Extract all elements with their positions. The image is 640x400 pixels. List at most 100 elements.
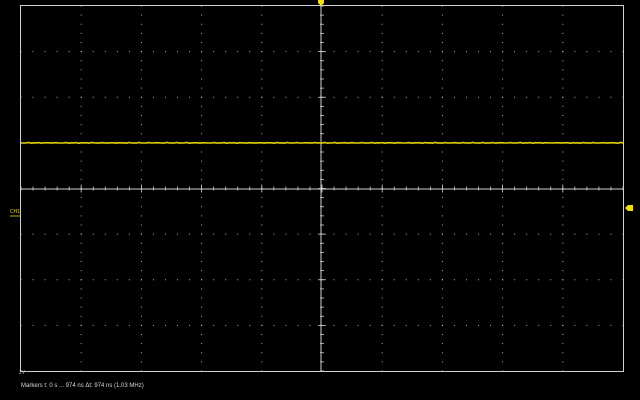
- grid-dot: [201, 251, 203, 253]
- grid-dot: [213, 96, 215, 98]
- grid-dot: [20, 51, 22, 53]
- grid-dot: [20, 233, 22, 235]
- grid-dot: [201, 324, 203, 326]
- grid-dot: [261, 5, 263, 7]
- grid-dot: [104, 324, 106, 326]
- grid-dot: [538, 51, 540, 53]
- grid-dot: [417, 51, 419, 53]
- grid-dot: [502, 160, 504, 162]
- grid-dot: [225, 279, 227, 281]
- grid-dot: [381, 288, 383, 290]
- grid-dot: [80, 51, 82, 53]
- grid-dot: [201, 270, 203, 272]
- grid-dot: [622, 233, 624, 235]
- grid-dot: [441, 23, 443, 25]
- grid-dot: [622, 51, 624, 53]
- grid-dot: [201, 23, 203, 25]
- grid-dot: [261, 288, 263, 290]
- grid-dot: [453, 96, 455, 98]
- grid-dot: [502, 251, 504, 253]
- grid-dot: [526, 324, 528, 326]
- grid-dot: [610, 324, 612, 326]
- grid-dot: [369, 279, 371, 281]
- grid-dot: [502, 261, 504, 262]
- grid-dot: [261, 197, 263, 199]
- grid-dot: [429, 279, 431, 281]
- grid-dot: [261, 32, 263, 34]
- grid-dot: [201, 60, 203, 62]
- grid-dot: [441, 124, 443, 126]
- grid-dot: [140, 105, 142, 107]
- grid-dot: [309, 233, 311, 235]
- grid-dot: [574, 96, 576, 98]
- grid-dot: [201, 124, 203, 126]
- grid-dot: [140, 233, 142, 235]
- grid-dot: [345, 279, 347, 281]
- grid-dot: [32, 279, 34, 281]
- grid-dot: [44, 233, 46, 235]
- grid-dot: [189, 51, 191, 53]
- grid-dot: [68, 51, 70, 53]
- grid-dot: [273, 96, 275, 98]
- grid-dot: [490, 96, 492, 98]
- grid-dot: [68, 279, 70, 281]
- grid-dot: [201, 242, 203, 244]
- grid-dot: [92, 51, 94, 53]
- grid-dot: [140, 87, 142, 89]
- grid-dot: [562, 334, 564, 335]
- grid-dot: [502, 206, 504, 208]
- grid-dot: [140, 115, 142, 116]
- grid-dot: [441, 343, 443, 345]
- grid-dot: [164, 51, 166, 53]
- grid-dot: [68, 324, 70, 326]
- grid-dot: [526, 96, 528, 98]
- grid-dot: [441, 115, 443, 116]
- grid-dot: [550, 324, 552, 326]
- grid-dot: [56, 233, 58, 235]
- grid-dot: [20, 96, 22, 98]
- grid-dot: [80, 233, 82, 235]
- grid-dot: [201, 352, 203, 354]
- grid-dot: [550, 51, 552, 53]
- grid-dot: [441, 361, 443, 363]
- grid-dot: [213, 233, 215, 235]
- grid-dot: [80, 151, 82, 153]
- grid-dot: [502, 124, 504, 126]
- grid-dot: [441, 279, 443, 281]
- grid-dot: [140, 42, 142, 43]
- grid-dot: [116, 233, 118, 235]
- grid-dot: [80, 206, 82, 208]
- grid-dot: [249, 233, 251, 235]
- grid-dot: [333, 279, 335, 281]
- grid-dot: [357, 279, 359, 281]
- grid-dot: [453, 51, 455, 53]
- grid-dot: [357, 324, 359, 326]
- grid-dot: [249, 51, 251, 53]
- grid-dot: [44, 96, 46, 98]
- grid-dot: [502, 105, 504, 107]
- grid-dot: [381, 69, 383, 71]
- grid-dot: [80, 133, 82, 135]
- grid-dot: [345, 324, 347, 326]
- grid-dot: [441, 242, 443, 244]
- grid-dot: [502, 133, 504, 135]
- grid-dot: [381, 297, 383, 299]
- grid-dot: [80, 334, 82, 335]
- grid-dot: [140, 261, 142, 262]
- grid-dot: [140, 206, 142, 208]
- grid-dot: [502, 42, 504, 43]
- grid-dot: [562, 96, 564, 98]
- grid-dot: [502, 151, 504, 153]
- grid-dot: [201, 96, 203, 98]
- grid-dot: [381, 5, 383, 7]
- grid-dot: [201, 169, 203, 171]
- trigger-level-marker-icon[interactable]: [625, 205, 633, 211]
- grid-dot: [225, 51, 227, 53]
- grid-dot: [478, 233, 480, 235]
- grid-dot: [201, 105, 203, 107]
- grid-dot: [562, 178, 564, 180]
- grid-dot: [201, 215, 203, 217]
- grid-dot: [502, 279, 504, 281]
- grid-dot: [441, 169, 443, 171]
- grid-dot: [309, 96, 311, 98]
